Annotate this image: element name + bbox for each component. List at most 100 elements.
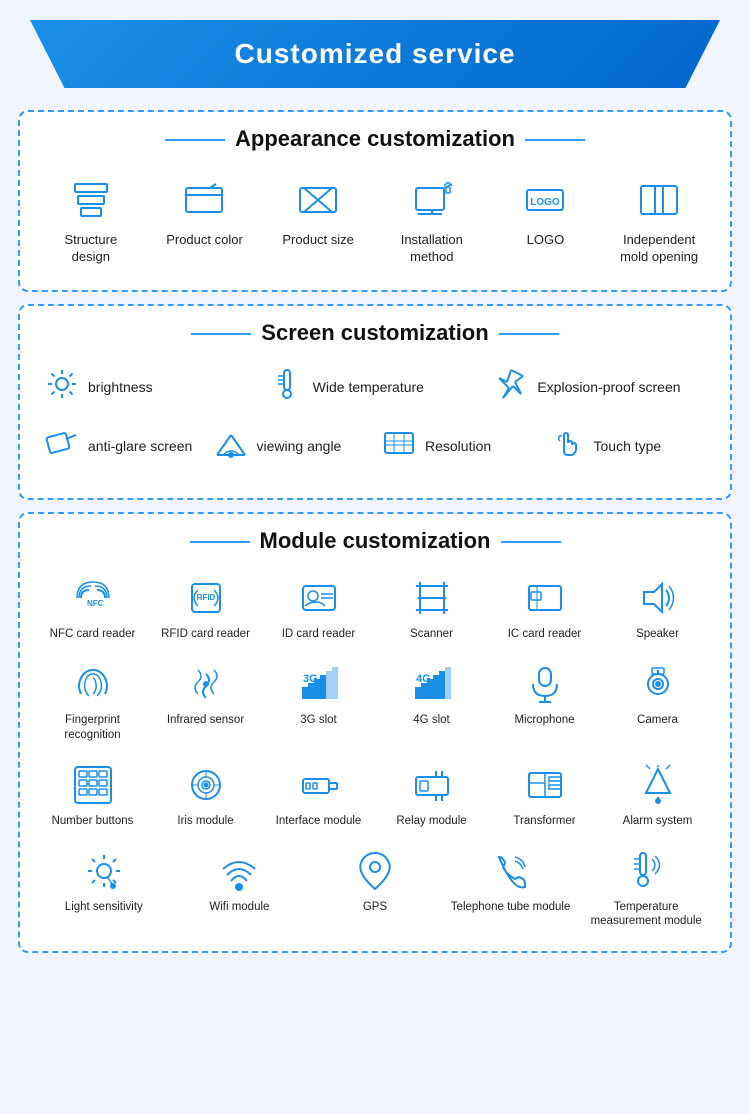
module-row-3: Number buttons Iris module bbox=[38, 757, 712, 833]
structure-design-icon bbox=[65, 174, 117, 226]
screen-row-1: brightness Wide temperature bbox=[38, 362, 712, 413]
screen-item-wide-temp: Wide temperature bbox=[263, 362, 488, 413]
module-scanner: Scanner bbox=[377, 570, 486, 646]
fingerprint-label: Fingerprint recognition bbox=[40, 713, 145, 743]
infrared-icon bbox=[182, 660, 230, 708]
svg-text:NFC: NFC bbox=[87, 599, 104, 608]
appearance-item-structure: Structure design bbox=[41, 168, 141, 272]
interface-module-icon bbox=[295, 761, 343, 809]
iris-icon bbox=[182, 761, 230, 809]
module-iris: Iris module bbox=[151, 757, 260, 833]
svg-text:LOGO: LOGO bbox=[531, 197, 561, 208]
alarm-system-icon bbox=[634, 761, 682, 809]
camera-label: Camera bbox=[637, 713, 678, 728]
ic-card-icon bbox=[521, 574, 569, 622]
fingerprint-icon bbox=[69, 660, 117, 708]
appearance-item-installation: Installation method bbox=[382, 168, 482, 272]
relay-module-icon bbox=[408, 761, 456, 809]
brightness-label: brightness bbox=[88, 379, 153, 395]
anti-glare-icon bbox=[44, 425, 80, 468]
module-ic-card: IC card reader bbox=[490, 570, 599, 646]
transformer-icon bbox=[521, 761, 569, 809]
gps-label: GPS bbox=[363, 900, 387, 915]
appearance-item-color: Product color bbox=[154, 168, 254, 272]
number-buttons-icon bbox=[69, 761, 117, 809]
module-section: Module customization NFC NFC card reader bbox=[18, 512, 732, 954]
id-card-label: ID card reader bbox=[282, 627, 356, 642]
page-header: Customized service bbox=[30, 20, 720, 88]
module-speaker: Speaker bbox=[603, 570, 712, 646]
appearance-item-mold: Independent mold opening bbox=[609, 168, 709, 272]
module-temperature: Temperature measurement module bbox=[580, 843, 712, 934]
structure-design-label: Structure design bbox=[45, 232, 137, 266]
module-rfid: RFID RFID card reader bbox=[151, 570, 260, 646]
resolution-icon bbox=[381, 425, 417, 468]
interface-module-label: Interface module bbox=[276, 814, 362, 829]
appearance-item-logo: LOGO LOGO bbox=[495, 168, 595, 272]
wifi-label: Wifi module bbox=[209, 900, 269, 915]
scanner-icon bbox=[408, 574, 456, 622]
rfid-icon: RFID bbox=[182, 574, 230, 622]
module-row-2: Fingerprint recognition Infrared sensor … bbox=[38, 656, 712, 747]
screen-item-viewing: viewing angle bbox=[207, 421, 376, 472]
module-wifi: Wifi module bbox=[174, 843, 306, 934]
relay-module-label: Relay module bbox=[396, 814, 466, 829]
appearance-title: Appearance customization bbox=[38, 126, 712, 152]
screen-item-resolution: Resolution bbox=[375, 421, 544, 472]
ic-card-label: IC card reader bbox=[508, 627, 582, 642]
id-card-icon bbox=[295, 574, 343, 622]
module-number-buttons: Number buttons bbox=[38, 757, 147, 833]
telephone-icon bbox=[487, 847, 535, 895]
module-gps: GPS bbox=[309, 843, 441, 934]
viewing-angle-label: viewing angle bbox=[257, 438, 342, 454]
gps-icon bbox=[351, 847, 399, 895]
3g-icon: 3G bbox=[295, 660, 343, 708]
rfid-label: RFID card reader bbox=[161, 627, 250, 642]
module-fingerprint: Fingerprint recognition bbox=[38, 656, 147, 747]
number-buttons-label: Number buttons bbox=[52, 814, 134, 829]
nfc-label: NFC card reader bbox=[50, 627, 136, 642]
module-id-card: ID card reader bbox=[264, 570, 373, 646]
screen-item-brightness: brightness bbox=[38, 362, 263, 413]
light-sensitivity-icon bbox=[80, 847, 128, 895]
product-color-label: Product color bbox=[166, 232, 243, 249]
module-title: Module customization bbox=[38, 528, 712, 554]
module-light: Light sensitivity bbox=[38, 843, 170, 934]
appearance-item-size: Product size bbox=[268, 168, 368, 272]
microphone-icon bbox=[521, 660, 569, 708]
screen-item-touch: Touch type bbox=[544, 421, 713, 472]
product-size-icon bbox=[292, 174, 344, 226]
logo-icon: LOGO bbox=[519, 174, 571, 226]
camera-icon bbox=[634, 660, 682, 708]
brightness-icon bbox=[44, 366, 80, 409]
speaker-icon bbox=[634, 574, 682, 622]
temperature-module-icon bbox=[622, 847, 670, 895]
screen-title: Screen customization bbox=[38, 320, 712, 346]
iris-label: Iris module bbox=[177, 814, 233, 829]
speaker-label: Speaker bbox=[636, 627, 679, 642]
alarm-system-label: Alarm system bbox=[623, 814, 693, 829]
module-transformer: Transformer bbox=[490, 757, 599, 833]
microphone-label: Microphone bbox=[514, 713, 574, 728]
screen-item-antiglare: anti-glare screen bbox=[38, 421, 207, 472]
module-row-4: Light sensitivity Wifi module GPS bbox=[38, 843, 712, 934]
resolution-label: Resolution bbox=[425, 438, 491, 454]
module-infrared: Infrared sensor bbox=[151, 656, 260, 747]
screen-row-2: anti-glare screen viewing angle bbox=[38, 421, 712, 472]
svg-text:RFID: RFID bbox=[196, 593, 215, 602]
module-relay: Relay module bbox=[377, 757, 486, 833]
scanner-label: Scanner bbox=[410, 627, 453, 642]
appearance-grid: Structure design Product color bbox=[38, 168, 712, 272]
product-size-label: Product size bbox=[282, 232, 354, 249]
viewing-angle-icon bbox=[213, 425, 249, 468]
screen-item-explosion: Explosion-proof screen bbox=[487, 362, 712, 413]
transformer-label: Transformer bbox=[513, 814, 575, 829]
module-3g: 3G 3G slot bbox=[264, 656, 373, 747]
logo-label: LOGO bbox=[527, 232, 565, 249]
explosion-proof-icon bbox=[493, 366, 529, 409]
module-microphone: Microphone bbox=[490, 656, 599, 747]
touch-type-label: Touch type bbox=[594, 438, 662, 454]
3g-label: 3G slot bbox=[300, 713, 336, 728]
module-camera: Camera bbox=[603, 656, 712, 747]
product-color-icon bbox=[178, 174, 230, 226]
